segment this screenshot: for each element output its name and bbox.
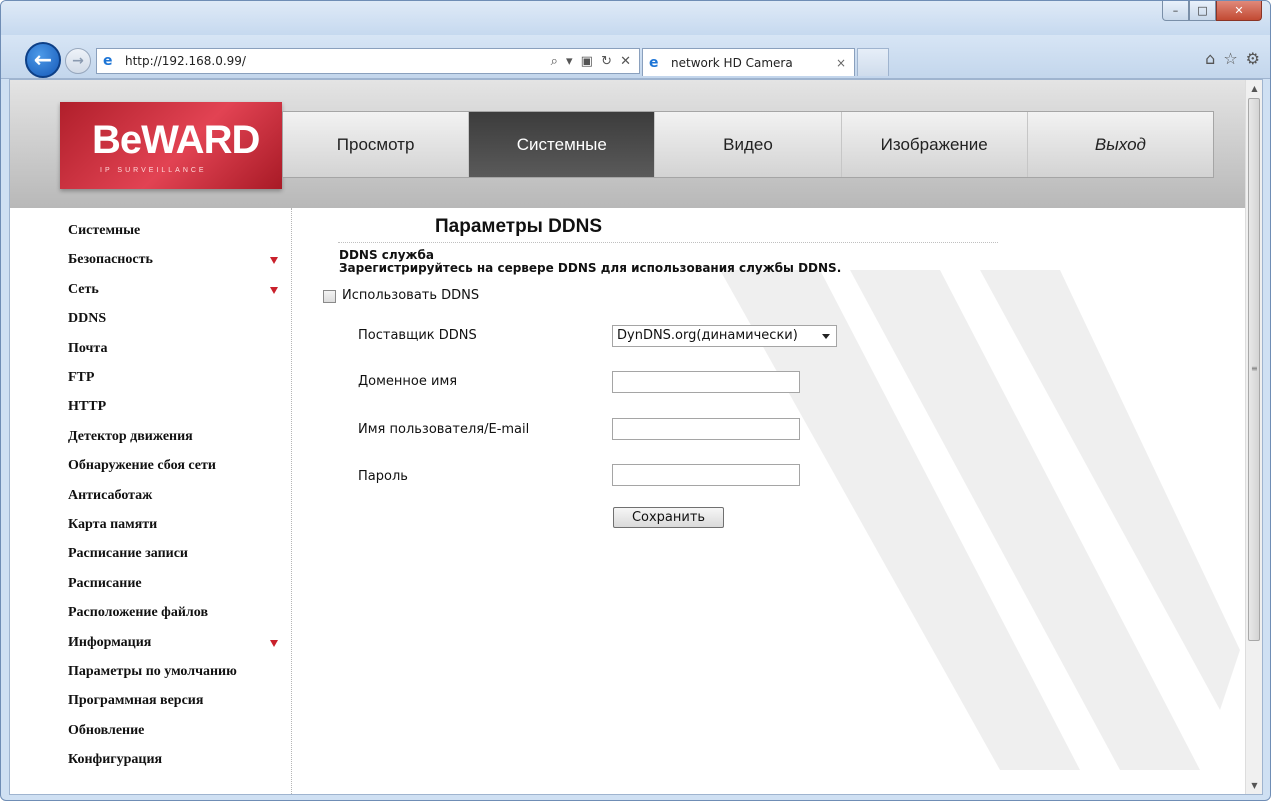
sidebar-item[interactable]: Параметры по умолчанию [68, 661, 237, 683]
vertical-scrollbar[interactable]: ▲ ≡ ▼ [1245, 80, 1262, 794]
sidebar-item[interactable]: Расписание записи [68, 543, 188, 565]
logo-subtitle: IP SURVEILLANCE [100, 167, 207, 174]
forward-button[interactable]: → [65, 48, 91, 74]
username-input[interactable] [612, 418, 800, 440]
section-description: Зарегистрируйтесь на сервере DDNS для ис… [339, 261, 842, 275]
menu-item-2[interactable]: Видео [655, 112, 842, 177]
page-viewport: BeWARD IP SURVEILLANCE Просмотр Системные… [9, 79, 1263, 795]
password-label: Пароль [358, 469, 408, 484]
save-button[interactable]: Сохранить [613, 507, 724, 528]
menu-item-4[interactable]: Выход [1028, 112, 1213, 177]
sidebar-item[interactable]: Сеть [68, 279, 99, 301]
sidebar-item[interactable]: HTTP [68, 396, 106, 418]
scroll-down-icon[interactable]: ▼ [1246, 777, 1262, 794]
sidebar-item[interactable]: Обновление [68, 720, 144, 742]
browser-window: – □ ✕ ← → e http://192.168.0.99/ ⌕ ▾ ▣ ↻… [0, 0, 1271, 801]
sidebar-item[interactable]: Системные [68, 220, 140, 242]
browser-navbar: ← → e http://192.168.0.99/ ⌕ ▾ ▣ ↻ ✕ e n… [1, 35, 1270, 79]
maximize-button[interactable]: □ [1189, 1, 1216, 21]
main-menu: Просмотр Системные Видео Изображение Выход [282, 111, 1214, 178]
arrow-right-icon: → [72, 53, 84, 69]
section-title: DDNS служба [339, 248, 434, 262]
back-button[interactable]: ← [25, 42, 61, 78]
sidebar-item[interactable]: Почта [68, 338, 107, 360]
ddns-settings-panel: Параметры DDNS DDNS служба Зарегистрируй… [298, 208, 1248, 794]
username-label: Имя пользователя/E-mail [358, 422, 530, 437]
sidebar-item[interactable]: FTP [68, 367, 94, 389]
minimize-button[interactable]: – [1162, 1, 1189, 21]
home-icon[interactable]: ⌂ [1205, 49, 1215, 68]
address-url[interactable]: http://192.168.0.99/ [125, 54, 551, 68]
sidebar-item[interactable]: Расписание [68, 573, 142, 595]
title-bar: – □ ✕ [1, 1, 1270, 35]
sidebar-item[interactable]: Программная версия [68, 690, 203, 712]
provider-value: DynDNS.org(динамически) [617, 328, 798, 343]
use-ddns-checkbox[interactable] [323, 290, 336, 303]
new-tab-button[interactable] [857, 48, 889, 76]
grip-icon: ≡ [1251, 364, 1258, 373]
ie-page-icon: e [103, 53, 113, 69]
domain-input[interactable] [612, 371, 800, 393]
window-controls: – □ ✕ [1162, 1, 1262, 21]
tab-close-icon[interactable]: × [836, 56, 846, 70]
sidebar-item[interactable]: Обнаружение сбоя сети [68, 455, 216, 477]
browser-tab[interactable]: e network HD Camera × [642, 48, 855, 76]
expand-arrow-icon[interactable] [270, 257, 278, 264]
address-tools-icons[interactable]: ⌕ ▾ ▣ ↻ ✕ [551, 54, 633, 69]
browser-toolbar: ⌂ ☆ ⚙ [1205, 49, 1260, 68]
beward-logo: BeWARD IP SURVEILLANCE [60, 102, 282, 189]
use-ddns-label[interactable]: Использовать DDNS [342, 288, 479, 303]
close-window-button[interactable]: ✕ [1216, 1, 1262, 21]
scroll-up-icon[interactable]: ▲ [1246, 80, 1262, 97]
title-divider [338, 242, 998, 243]
sidebar-item[interactable]: Информация [68, 632, 151, 654]
menu-item-1[interactable]: Системные [469, 112, 656, 177]
arrow-left-icon: ← [33, 47, 53, 73]
sidebar-item[interactable]: DDNS [68, 308, 106, 330]
camera-header: BeWARD IP SURVEILLANCE Просмотр Системные… [10, 80, 1247, 208]
favorites-icon[interactable]: ☆ [1223, 49, 1237, 68]
sidebar: Системные Безопасность Сеть DDNS Почта FTP HTT… [10, 208, 292, 794]
chevron-down-icon [822, 334, 830, 339]
expand-arrow-icon[interactable] [270, 640, 278, 647]
address-bar[interactable]: e http://192.168.0.99/ ⌕ ▾ ▣ ↻ ✕ [96, 48, 640, 74]
sidebar-item[interactable]: Расположение файлов [68, 602, 208, 624]
sidebar-item[interactable]: Антисаботаж [68, 485, 152, 507]
sidebar-item[interactable]: Безопасность [68, 249, 153, 271]
gear-icon[interactable]: ⚙ [1246, 49, 1260, 68]
logo-text: BeWARD [92, 118, 260, 162]
expand-arrow-icon[interactable] [270, 287, 278, 294]
provider-select[interactable]: DynDNS.org(динамически) [612, 325, 837, 347]
sidebar-item[interactable]: Конфигурация [68, 749, 162, 771]
provider-label: Поставщик DDNS [358, 328, 477, 343]
sidebar-item[interactable]: Детектор движения [68, 426, 193, 448]
scroll-thumb[interactable]: ≡ [1248, 98, 1260, 641]
tab-page-icon: e [649, 54, 659, 71]
password-input[interactable] [612, 464, 800, 486]
menu-item-0[interactable]: Просмотр [283, 112, 470, 177]
domain-label: Доменное имя [358, 374, 458, 389]
sidebar-item[interactable]: Карта памяти [68, 514, 157, 536]
menu-item-3[interactable]: Изображение [842, 112, 1028, 177]
page-title: Параметры DDNS [435, 216, 603, 237]
tab-title: network HD Camera [671, 55, 793, 70]
